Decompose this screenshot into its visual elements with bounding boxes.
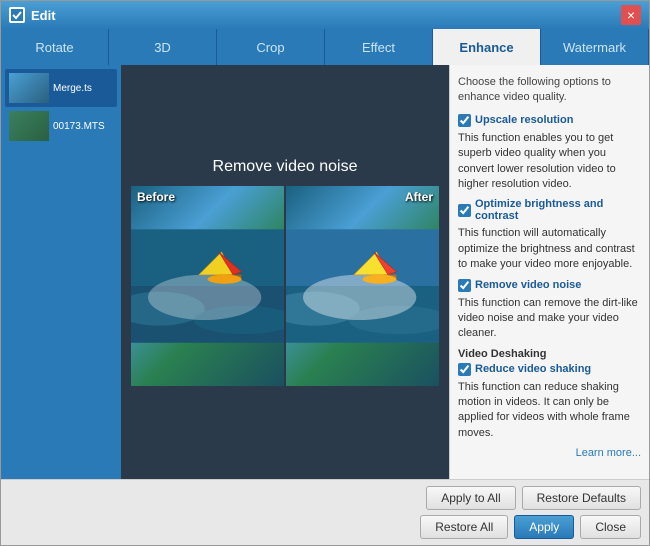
apply-to-all-button[interactable]: Apply to All	[426, 486, 515, 510]
preview-area: Remove video noise Before	[121, 65, 449, 479]
deshaking-section-label: Video Deshaking	[458, 348, 641, 360]
before-image	[131, 186, 284, 386]
noise-desc: This function can remove the dirt-like v…	[458, 296, 641, 342]
bottom-bar: Apply to All Restore Defaults Restore Al…	[1, 479, 649, 545]
learn-more-link[interactable]: Learn more...	[458, 447, 641, 459]
deshake-desc: This function can reduce shaking motion …	[458, 380, 641, 442]
preview-after: After	[286, 186, 439, 386]
restore-all-button[interactable]: Restore All	[420, 515, 508, 539]
bottom-row-1: Apply to All Restore Defaults	[9, 486, 641, 510]
preview-title: Remove video noise	[213, 158, 358, 176]
file-list: Merge.ts 00173.MTS	[1, 65, 121, 479]
upscale-desc: This function enables you to get superb …	[458, 131, 641, 193]
intro-text: Choose the following options to enhance …	[458, 75, 641, 106]
deshake-checkbox[interactable]	[458, 363, 471, 376]
tab-crop[interactable]: Crop	[217, 29, 325, 65]
tab-bar: Rotate 3D Crop Effect Enhance Watermark	[1, 29, 649, 65]
noise-label[interactable]: Remove video noise	[475, 279, 581, 291]
tab-enhance[interactable]: Enhance	[433, 29, 541, 65]
edit-window: Edit × Rotate 3D Crop Effect Enhance Wat…	[0, 0, 650, 546]
before-label: Before	[137, 190, 175, 204]
brightness-checkbox[interactable]	[458, 204, 471, 217]
close-button[interactable]: ×	[621, 5, 641, 25]
upscale-label[interactable]: Upscale resolution	[475, 114, 573, 126]
bottom-row-2: Restore All Apply Close	[9, 515, 641, 539]
brightness-label[interactable]: Optimize brightness and contrast	[475, 198, 641, 222]
tab-effect[interactable]: Effect	[325, 29, 433, 65]
tab-rotate[interactable]: Rotate	[1, 29, 109, 65]
preview-before: Before	[131, 186, 284, 386]
file-name-00173: 00173.MTS	[53, 121, 113, 132]
app-icon	[9, 7, 25, 23]
apply-button[interactable]: Apply	[514, 515, 574, 539]
content-area: Merge.ts 00173.MTS Remove video noise Be…	[1, 65, 649, 479]
upscale-checkbox[interactable]	[458, 114, 471, 127]
window-title: Edit	[31, 8, 615, 23]
after-label: After	[405, 190, 433, 204]
restore-defaults-button[interactable]: Restore Defaults	[522, 486, 641, 510]
enhance-options-panel: Choose the following options to enhance …	[449, 65, 649, 479]
tab-3d[interactable]: 3D	[109, 29, 217, 65]
after-image	[286, 186, 439, 386]
deshake-label[interactable]: Reduce video shaking	[475, 363, 591, 375]
noise-checkbox[interactable]	[458, 279, 471, 292]
preview-container: Before	[131, 186, 439, 386]
brightness-desc: This function will automatically optimiz…	[458, 226, 641, 272]
file-thumb-merge	[9, 73, 49, 103]
file-item-00173[interactable]: 00173.MTS	[5, 107, 117, 145]
upscale-row: Upscale resolution	[458, 114, 641, 127]
title-bar: Edit ×	[1, 1, 649, 29]
noise-row: Remove video noise	[458, 279, 641, 292]
brightness-row: Optimize brightness and contrast	[458, 198, 641, 222]
file-thumb-00173	[9, 111, 49, 141]
close-dialog-button[interactable]: Close	[580, 515, 641, 539]
deshake-row: Reduce video shaking	[458, 363, 641, 376]
file-item-merge[interactable]: Merge.ts	[5, 69, 117, 107]
tab-watermark[interactable]: Watermark	[541, 29, 649, 65]
file-name-merge: Merge.ts	[53, 83, 113, 94]
